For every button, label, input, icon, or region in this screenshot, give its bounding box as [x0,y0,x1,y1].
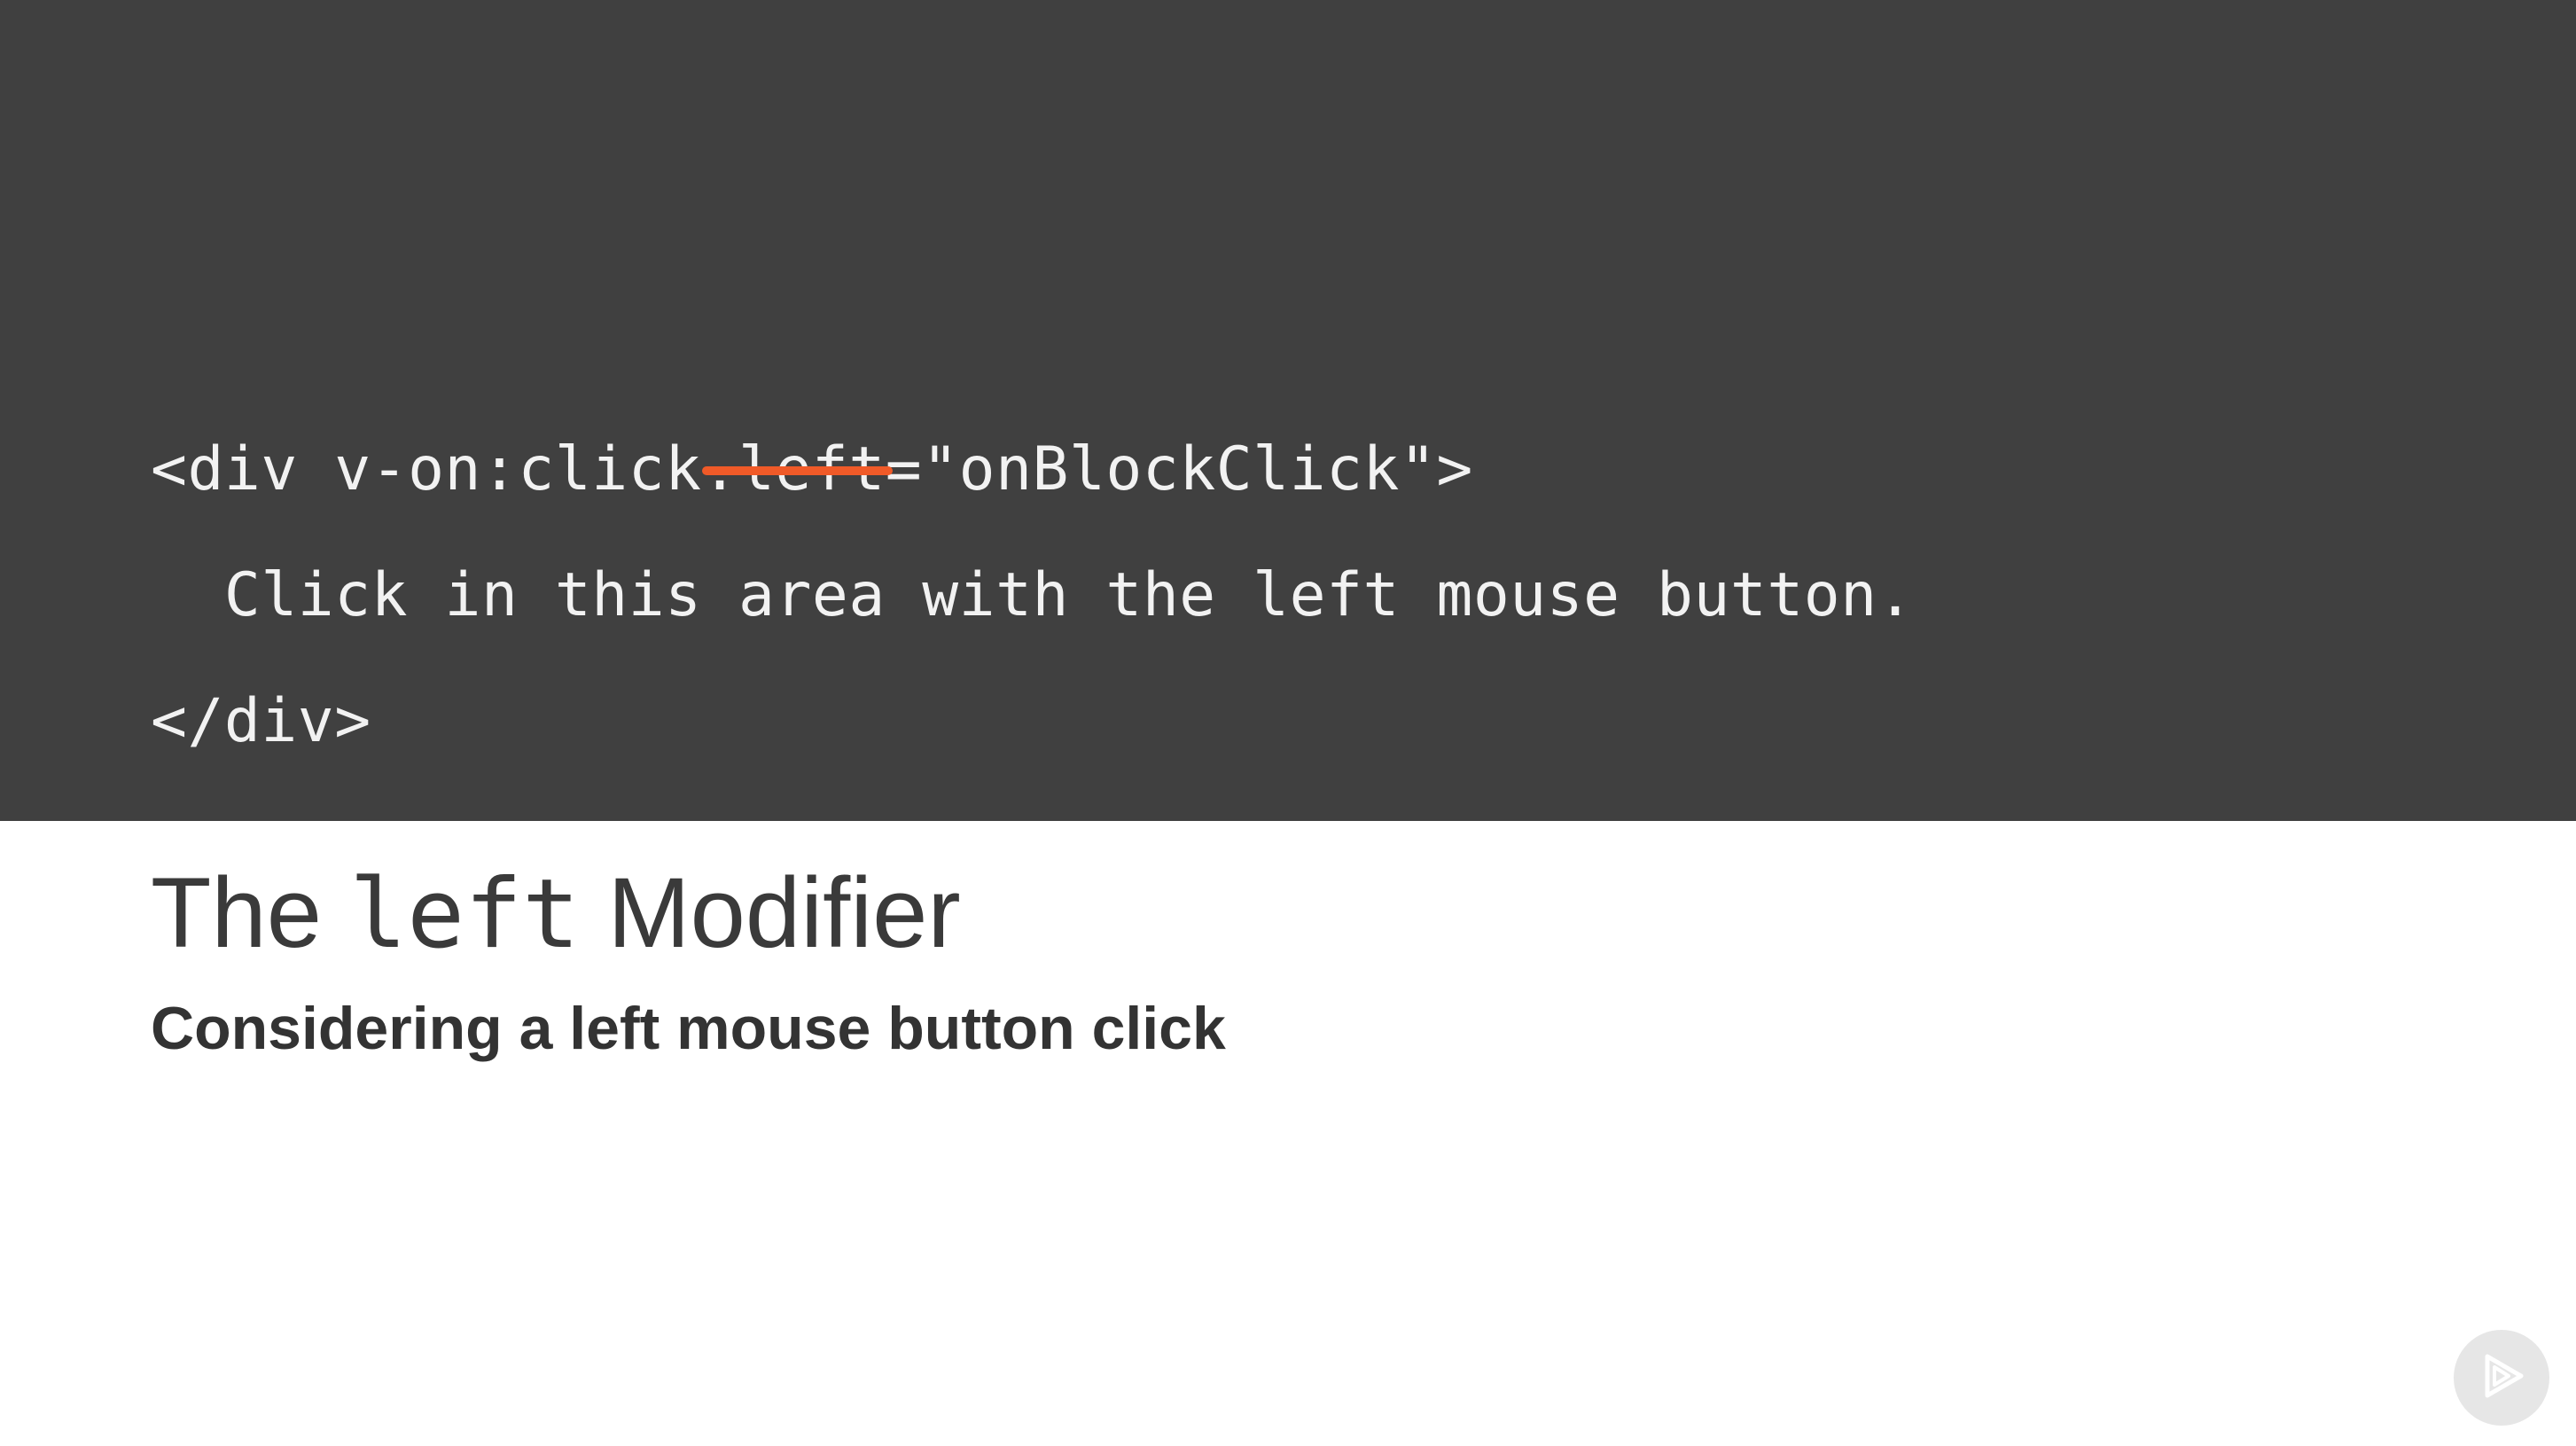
struck-modifier: .left [701,434,893,505]
slide-title-after: Modifier [580,857,961,968]
slide-title: The left Modifier [151,851,961,977]
strikethrough-mark [701,466,893,475]
code-opening-tag-prefix: <div v-on:click [151,434,702,504]
slide-title-before: The [151,857,350,968]
play-icon [2473,1348,2530,1409]
code-line-opening-tag: <div v-on:click.left ="onBlockClick"> [151,434,1473,505]
slide-title-keyword: left [349,859,581,970]
code-panel: <div v-on:click.left ="onBlockClick"> Cli… [0,0,2576,821]
slide-subtitle: Considering a left mouse button click [151,995,1226,1062]
brand-badge [2454,1330,2549,1426]
code-line-content: Click in this area with the left mouse b… [151,560,1915,630]
slide: <div v-on:click.left ="onBlockClick"> Cli… [0,0,2576,1446]
code-opening-tag-suffix: ="onBlockClick"> [885,434,1473,504]
code-line-closing-tag: </div> [151,686,371,756]
